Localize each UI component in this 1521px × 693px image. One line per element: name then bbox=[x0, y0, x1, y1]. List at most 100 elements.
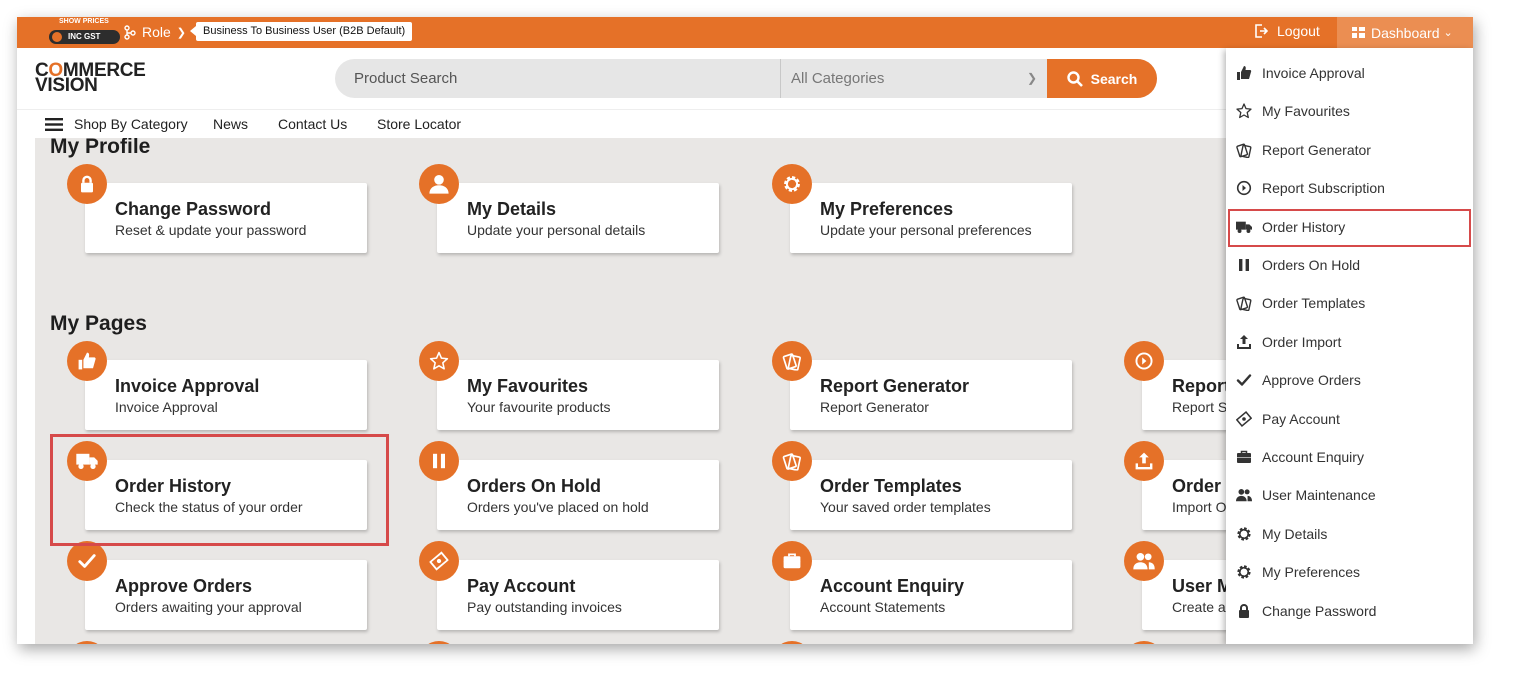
card-subtitle: Orders you've placed on hold bbox=[467, 499, 649, 515]
card-title: Pay Account bbox=[467, 576, 576, 596]
gear-icon bbox=[1236, 526, 1252, 542]
role-label: Role bbox=[142, 24, 171, 40]
card-icon-partial bbox=[419, 641, 459, 644]
menu-item-label: Orders On Hold bbox=[1262, 257, 1361, 273]
menu-item-approve-orders[interactable]: Approve Orders bbox=[1226, 361, 1473, 399]
check-icon bbox=[67, 541, 107, 581]
card-approve-orders[interactable]: Approve Orders Orders awaiting your appro… bbox=[85, 560, 367, 630]
nav-contact-us[interactable]: Contact Us bbox=[278, 116, 347, 132]
menu-item-account-enquiry[interactable]: Account Enquiry bbox=[1226, 438, 1473, 476]
card-title: Orders On Hold bbox=[467, 476, 602, 496]
role-tree-icon bbox=[124, 24, 136, 40]
menu-item-my-preferences[interactable]: My Preferences bbox=[1226, 553, 1473, 591]
card-highlight-box bbox=[50, 434, 389, 546]
card-icon-partial bbox=[772, 641, 812, 644]
chevron-down-icon: ❯ bbox=[1026, 71, 1037, 85]
card-my-details[interactable]: My Details Update your personal details bbox=[437, 183, 719, 253]
menu-item-label: Report Generator bbox=[1262, 141, 1371, 158]
category-select[interactable]: All Categories ❯ bbox=[780, 59, 1047, 98]
users-icon bbox=[1236, 487, 1252, 503]
role-selector[interactable]: Role ❯ bbox=[124, 23, 186, 41]
card-title: Invoice Approval bbox=[115, 376, 260, 396]
card-title: Order bbox=[1172, 476, 1222, 496]
menu-item-label: Invoice Approval bbox=[1262, 65, 1365, 81]
section-title-my-profile: My Profile bbox=[50, 138, 151, 158]
upload-icon bbox=[1124, 441, 1164, 481]
price-toggle-switch[interactable]: INC GST bbox=[49, 30, 120, 44]
card-subtitle: Your saved order templates bbox=[820, 499, 991, 515]
card-account-enquiry[interactable]: Account Enquiry Account Statements bbox=[790, 560, 1072, 630]
price-toggle[interactable]: SHOW PRICES INC GST bbox=[48, 18, 120, 46]
card-subtitle: Create a bbox=[1172, 599, 1226, 615]
card-my-favourites[interactable]: My Favourites Your favourite products bbox=[437, 360, 719, 430]
menu-item-label: Pay Account bbox=[1262, 410, 1340, 427]
menu-item-label: My Details bbox=[1262, 525, 1328, 542]
nav-news[interactable]: News bbox=[213, 116, 248, 132]
menu-item-user-maintenance[interactable]: User Maintenance bbox=[1226, 476, 1473, 514]
briefcase-icon bbox=[772, 541, 812, 581]
gear-icon bbox=[772, 164, 812, 204]
price-toggle-caption: SHOW PRICES bbox=[59, 18, 109, 25]
hamburger-icon[interactable] bbox=[45, 118, 63, 131]
chevron-down-icon: ⌄ bbox=[1443, 27, 1453, 39]
card-pay-account[interactable]: Pay Account Pay outstanding invoices bbox=[437, 560, 719, 630]
card-title: My Details bbox=[467, 199, 557, 219]
arrow-circle-icon bbox=[1236, 180, 1252, 196]
menu-item-label: Approve Orders bbox=[1262, 372, 1361, 389]
card-report-generator[interactable]: Report Generator Report Generator bbox=[790, 360, 1072, 430]
nav-shop-by-category[interactable]: Shop By Category bbox=[74, 116, 188, 132]
pause-icon bbox=[419, 441, 459, 481]
thumbs-up-icon bbox=[1236, 65, 1252, 81]
logout-link[interactable]: Logout bbox=[1254, 23, 1320, 39]
menu-item-invoice-approval[interactable]: Invoice Approval bbox=[1226, 54, 1473, 92]
card-title: Account Enquiry bbox=[820, 576, 965, 596]
arrow-circle-icon bbox=[1124, 341, 1164, 381]
card-subtitle: Report Generator bbox=[820, 399, 929, 415]
card-my-preferences[interactable]: My Preferences Update your personal prefe… bbox=[790, 183, 1072, 253]
card-orders-on-hold[interactable]: Orders On Hold Orders you've placed on ho… bbox=[437, 460, 719, 530]
toggle-knob bbox=[52, 32, 62, 42]
card-subtitle: Report S bbox=[1172, 399, 1228, 415]
menu-item-orders-on-hold[interactable]: Orders On Hold bbox=[1226, 246, 1473, 284]
search-input[interactable] bbox=[335, 59, 780, 98]
menu-item-order-import[interactable]: Order Import bbox=[1226, 323, 1473, 361]
role-tag: Business To Business User (B2B Default) bbox=[189, 22, 413, 41]
card-title: Change Password bbox=[115, 199, 272, 219]
card-invoice-approval[interactable]: Invoice Approval Invoice Approval bbox=[85, 360, 367, 430]
thumbs-up-icon bbox=[67, 341, 107, 381]
nav-store-locator[interactable]: Store Locator bbox=[377, 116, 461, 132]
card-order-templates[interactable]: Order Templates Your saved order template… bbox=[790, 460, 1072, 530]
logout-label: Logout bbox=[1277, 23, 1320, 39]
menu-item-change-password[interactable]: Change Password bbox=[1226, 592, 1473, 630]
search-button[interactable]: Search bbox=[1047, 59, 1157, 98]
lock-icon bbox=[67, 164, 107, 204]
card-icon-partial bbox=[67, 641, 107, 644]
card-title: Report bbox=[1172, 376, 1230, 396]
menu-item-label: Account Enquiry bbox=[1262, 449, 1364, 465]
user-icon bbox=[419, 164, 459, 204]
menu-item-order-templates[interactable]: Order Templates bbox=[1226, 284, 1473, 322]
commerce-vision-logo[interactable]: COMMERCE VISION bbox=[35, 61, 165, 95]
menu-item-pay-account[interactable]: Pay Account bbox=[1226, 400, 1473, 438]
search-icon bbox=[1066, 70, 1083, 87]
menu-item-label: My Favourites bbox=[1262, 103, 1350, 120]
dashboard-grid-icon bbox=[1352, 27, 1365, 38]
dashboard-button[interactable]: Dashboard ⌄ bbox=[1337, 17, 1473, 48]
menu-item-my-favourites[interactable]: My Favourites bbox=[1226, 92, 1473, 130]
menu-item-my-details[interactable]: My Details bbox=[1226, 515, 1473, 553]
menu-item-report-subscription[interactable]: Report Subscription bbox=[1226, 169, 1473, 207]
card-icon-partial bbox=[1124, 641, 1164, 644]
card-change-password[interactable]: Change Password Reset & update your passw… bbox=[85, 183, 367, 253]
menu-item-label: My Preferences bbox=[1262, 564, 1361, 581]
menu-item-order-history[interactable]: Order History bbox=[1226, 208, 1473, 246]
upload-icon bbox=[1236, 334, 1252, 350]
gear-icon bbox=[1236, 564, 1252, 580]
card-title: Order Templates bbox=[820, 476, 962, 496]
card-subtitle: Invoice Approval bbox=[115, 399, 218, 415]
menu-item-label: Order Import bbox=[1262, 333, 1342, 350]
card-subtitle: Account Statements bbox=[820, 599, 946, 615]
money-icon bbox=[419, 541, 459, 581]
dashboard-menu: Invoice Approval My Favourites Report Gene… bbox=[1226, 48, 1473, 644]
menu-item-report-generator[interactable]: Report Generator bbox=[1226, 131, 1473, 169]
card-subtitle: Your favourite products bbox=[467, 399, 611, 415]
